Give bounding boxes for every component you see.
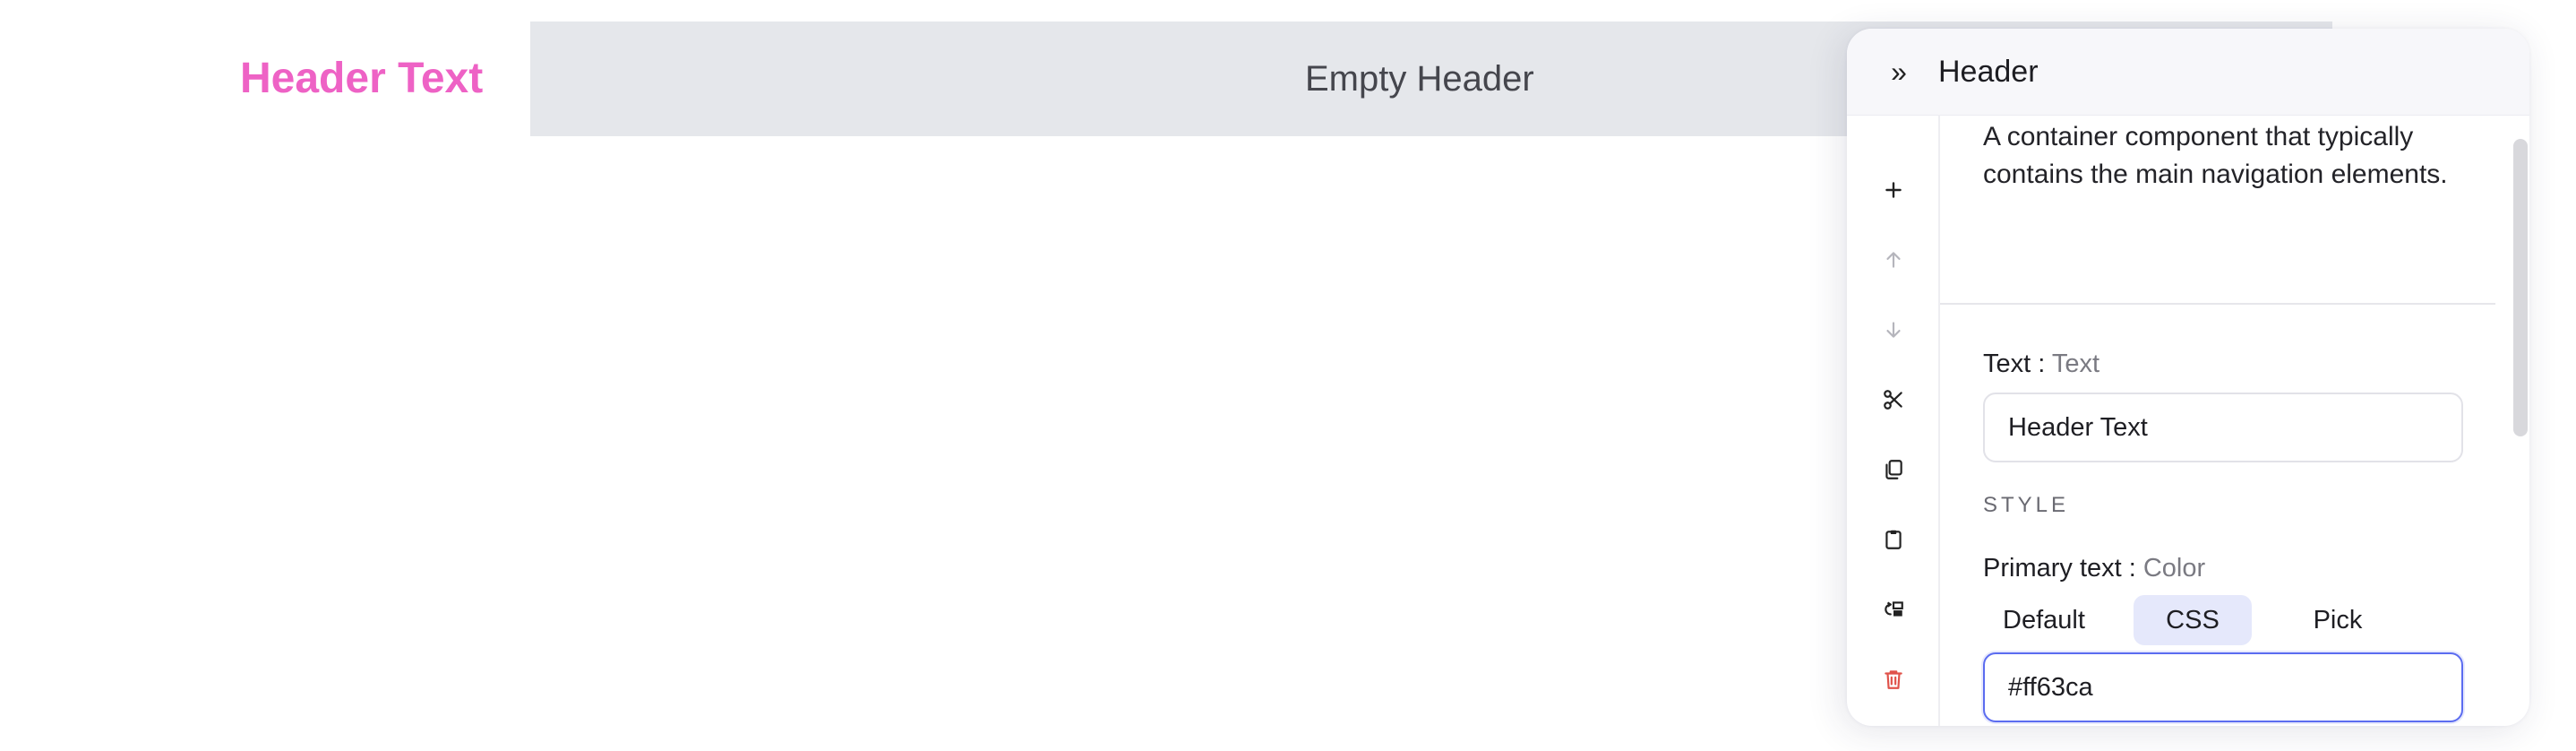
trash-icon <box>1885 670 1902 689</box>
panel-title: Header <box>1938 55 2039 89</box>
color-field-label-separator: : <box>2121 554 2143 583</box>
scissors-icon <box>1884 390 1902 410</box>
color-field-type: Color <box>2142 554 2206 583</box>
component-toolbar <box>1847 115 1940 726</box>
properties-panel: » Header A container component that typi… <box>1847 29 2529 726</box>
clipboard-icon <box>1885 530 1902 549</box>
paste-button[interactable] <box>1874 520 1913 559</box>
arrow-down-icon <box>1886 322 1901 338</box>
arrow-up-icon <box>1886 252 1901 268</box>
add-component-button[interactable] <box>1874 170 1913 210</box>
move-down-button[interactable] <box>1874 310 1913 350</box>
text-field-label-name: Text <box>1983 350 2031 378</box>
style-section-title: STYLE <box>1983 493 2070 517</box>
panel-scrollbar-thumb[interactable] <box>2513 139 2528 436</box>
replace-button[interactable] <box>1874 590 1913 629</box>
color-mode-default[interactable]: Default <box>1985 595 2103 645</box>
copy-icon <box>1885 460 1902 479</box>
copy-button[interactable] <box>1874 450 1913 489</box>
color-field-label-name: Primary text <box>1983 554 2122 583</box>
text-field-type: Text <box>2051 350 2100 378</box>
text-field-input[interactable]: Header Text <box>1983 393 2463 462</box>
panel-content: A container component that typically con… <box>1940 115 2495 726</box>
plus-icon <box>1885 182 1902 198</box>
panel-header: » Header <box>1847 29 2529 116</box>
css-color-input[interactable]: #ff63ca <box>1983 652 2463 722</box>
collapse-panel-button[interactable]: » <box>1883 54 1915 90</box>
empty-header-label: Empty Header <box>1305 59 1534 99</box>
color-field-label: Primary text : Color <box>1983 550 2205 586</box>
header-text-preview[interactable]: Header Text <box>240 50 483 108</box>
replace-icon <box>1885 601 1903 617</box>
cut-button[interactable] <box>1874 380 1913 419</box>
color-mode-css[interactable]: CSS <box>2134 595 2252 645</box>
component-description: A container component that typically con… <box>1983 122 2448 189</box>
text-field-label: Text : Text <box>1983 346 2099 382</box>
text-field-label-separator: : <box>2031 350 2052 378</box>
section-divider <box>1940 303 2495 305</box>
move-up-button[interactable] <box>1874 240 1913 280</box>
delete-button[interactable] <box>1874 660 1913 699</box>
color-mode-pick[interactable]: Pick <box>2279 595 2397 645</box>
